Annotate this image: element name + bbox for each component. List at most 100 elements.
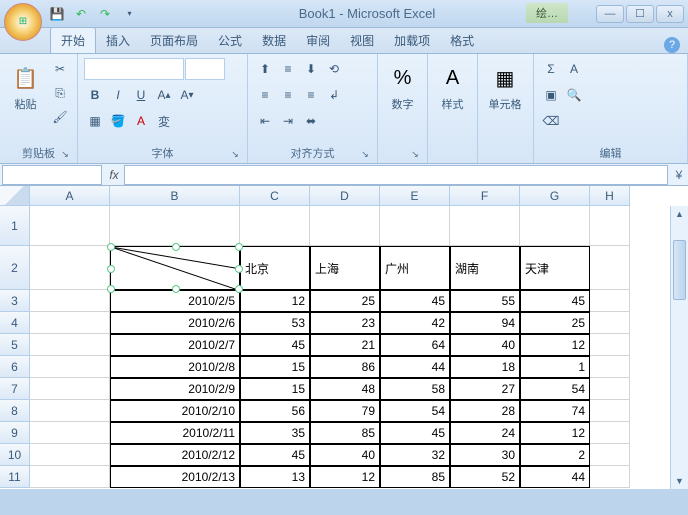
cell[interactable] [590,206,630,246]
col-header[interactable]: E [380,186,450,206]
data-cell[interactable]: 55 [450,290,520,312]
border-button[interactable]: ▦ [84,110,106,132]
select-all[interactable] [0,186,30,206]
close-button[interactable]: x [656,5,684,23]
table-header-cell[interactable]: 天津 [520,246,590,290]
tab-view[interactable]: 视图 [340,28,384,53]
tab-insert[interactable]: 插入 [96,28,140,53]
cells-button[interactable]: ▦ 单元格 [484,58,526,116]
align-top-icon[interactable]: ⬆ [254,58,276,80]
tab-page-layout[interactable]: 页面布局 [140,28,208,53]
data-cell[interactable]: 94 [450,312,520,334]
cell[interactable] [590,444,630,466]
find-icon[interactable]: 🔍 [563,84,585,106]
cell[interactable] [380,206,450,246]
row-header[interactable]: 6 [0,356,30,378]
data-cell[interactable]: 44 [520,466,590,488]
data-cell[interactable]: 23 [310,312,380,334]
row-header[interactable]: 3 [0,290,30,312]
data-cell[interactable]: 15 [240,378,310,400]
date-cell[interactable]: 2010/2/8 [110,356,240,378]
data-cell[interactable]: 44 [380,356,450,378]
tab-addins[interactable]: 加载项 [384,28,440,53]
cell[interactable] [30,422,110,444]
row-header[interactable]: 9 [0,422,30,444]
shrink-font-button[interactable]: A▾ [176,84,198,106]
data-cell[interactable]: 45 [380,422,450,444]
data-cell[interactable]: 24 [450,422,520,444]
data-cell[interactable]: 45 [240,444,310,466]
data-cell[interactable]: 35 [240,422,310,444]
wrap-text-icon[interactable]: ↲ [323,84,345,106]
data-cell[interactable]: 28 [450,400,520,422]
row-header[interactable]: 4 [0,312,30,334]
col-header[interactable]: B [110,186,240,206]
data-cell[interactable]: 1 [520,356,590,378]
data-cell[interactable]: 25 [310,290,380,312]
date-cell[interactable]: 2010/2/10 [110,400,240,422]
cut-icon[interactable]: ✂ [49,58,71,80]
data-cell[interactable]: 40 [310,444,380,466]
increase-indent-icon[interactable]: ⇥ [277,110,299,132]
cell[interactable] [520,206,590,246]
cell[interactable] [590,334,630,356]
cell[interactable] [590,422,630,444]
data-cell[interactable]: 12 [520,334,590,356]
align-center-icon[interactable]: ≡ [277,84,299,106]
launcher-icon[interactable]: ↘ [359,149,371,161]
data-cell[interactable]: 15 [240,356,310,378]
cell[interactable] [310,206,380,246]
scroll-up-icon[interactable]: ▲ [671,206,688,222]
data-cell[interactable]: 86 [310,356,380,378]
data-cell[interactable]: 74 [520,400,590,422]
table-header-cell[interactable]: 湖南 [450,246,520,290]
cell[interactable] [30,334,110,356]
qat-customize-icon[interactable]: ▾ [118,3,140,25]
col-header[interactable]: A [30,186,110,206]
paste-button[interactable]: 📋 粘贴 [6,58,45,116]
data-cell[interactable]: 40 [450,334,520,356]
font-family-select[interactable] [84,58,184,80]
scroll-thumb[interactable] [673,240,686,300]
row-header[interactable]: 7 [0,378,30,400]
row-header[interactable]: 2 [0,246,30,290]
minimize-button[interactable]: — [596,5,624,23]
undo-icon[interactable]: ↶ [70,3,92,25]
cell[interactable] [30,246,110,290]
date-cell[interactable]: 2010/2/7 [110,334,240,356]
col-header[interactable]: D [310,186,380,206]
cell[interactable] [30,312,110,334]
fill-icon[interactable]: ▣ [540,84,562,106]
fill-color-button[interactable]: 🪣 [107,110,129,132]
data-cell[interactable]: 21 [310,334,380,356]
cell[interactable] [450,206,520,246]
autosum-icon[interactable]: Σ [540,58,562,80]
data-cell[interactable]: 2 [520,444,590,466]
data-cell[interactable]: 27 [450,378,520,400]
row-header[interactable]: 10 [0,444,30,466]
row-header[interactable]: 8 [0,400,30,422]
row-header[interactable]: 11 [0,466,30,488]
row-header[interactable]: 1 [0,206,30,246]
cell[interactable] [30,378,110,400]
styles-button[interactable]: A 样式 [434,58,471,116]
tab-data[interactable]: 数据 [252,28,296,53]
office-button[interactable]: ⊞ [4,3,42,41]
data-cell[interactable]: 45 [520,290,590,312]
align-middle-icon[interactable]: ≡ [277,58,299,80]
date-cell[interactable]: 2010/2/12 [110,444,240,466]
phonetic-button[interactable]: 変 [153,110,175,132]
launcher-icon[interactable]: ↘ [409,149,421,161]
data-cell[interactable]: 13 [240,466,310,488]
vertical-scrollbar[interactable]: ▲ ▼ [670,206,688,489]
data-cell[interactable]: 42 [380,312,450,334]
date-cell[interactable]: 2010/2/11 [110,422,240,444]
data-cell[interactable]: 45 [380,290,450,312]
data-cell[interactable]: 85 [310,422,380,444]
table-header-cell[interactable]: 广州 [380,246,450,290]
tab-review[interactable]: 审阅 [296,28,340,53]
date-cell[interactable]: 2010/2/13 [110,466,240,488]
cell[interactable] [590,290,630,312]
date-cell[interactable]: 2010/2/6 [110,312,240,334]
data-cell[interactable]: 12 [520,422,590,444]
